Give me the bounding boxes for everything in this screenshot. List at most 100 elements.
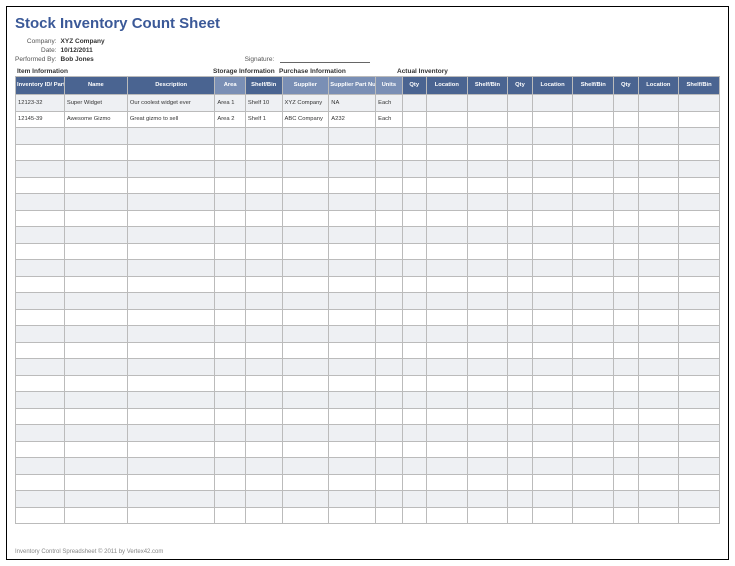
cell-inventory <box>532 111 573 128</box>
cell-empty <box>467 491 508 508</box>
cell-empty <box>402 194 426 211</box>
table-row-empty <box>16 458 720 475</box>
cell-empty <box>426 293 467 310</box>
cell-empty <box>402 276 426 293</box>
cell-empty <box>573 260 614 277</box>
cell-empty <box>402 227 426 244</box>
cell-empty <box>215 491 246 508</box>
cell-empty <box>402 507 426 524</box>
cell-empty <box>16 458 65 475</box>
cell-empty <box>329 359 376 376</box>
cell-shelf: Shelf 10 <box>245 95 282 112</box>
cell-empty <box>376 458 402 475</box>
cell-empty <box>282 326 329 343</box>
cell-empty <box>127 243 214 260</box>
cell-empty <box>402 342 426 359</box>
cell-empty <box>376 441 402 458</box>
cell-empty <box>16 309 65 326</box>
th-loc-2: Location <box>532 77 573 95</box>
cell-empty <box>508 441 532 458</box>
cell-empty <box>532 194 573 211</box>
cell-empty <box>508 326 532 343</box>
cell-empty <box>245 491 282 508</box>
cell-empty <box>329 276 376 293</box>
cell-empty <box>508 458 532 475</box>
cell-empty <box>16 326 65 343</box>
table-row: 12123-32Super WidgetOur coolest widget e… <box>16 95 720 112</box>
cell-empty <box>638 210 679 227</box>
cell-empty <box>508 342 532 359</box>
cell-empty <box>508 474 532 491</box>
cell-inventory <box>426 95 467 112</box>
cell-empty <box>508 408 532 425</box>
cell-empty <box>64 392 127 409</box>
cell-empty <box>614 276 638 293</box>
th-name: Name <box>64 77 127 95</box>
cell-empty <box>329 425 376 442</box>
cell-empty <box>573 326 614 343</box>
cell-empty <box>614 425 638 442</box>
cell-empty <box>16 359 65 376</box>
cell-empty <box>614 408 638 425</box>
cell-empty <box>64 309 127 326</box>
date-value: 10/12/2011 <box>61 47 105 54</box>
cell-empty <box>532 425 573 442</box>
performed-value: Bob Jones <box>61 56 105 63</box>
table-row-empty <box>16 276 720 293</box>
th-qty-3: Qty <box>614 77 638 95</box>
date-label: Date: <box>15 47 57 54</box>
cell-empty <box>376 507 402 524</box>
cell-empty <box>376 375 402 392</box>
cell-empty <box>245 425 282 442</box>
cell-empty <box>426 243 467 260</box>
cell-empty <box>573 425 614 442</box>
cell-empty <box>573 507 614 524</box>
th-qty-2: Qty <box>508 77 532 95</box>
cell-empty <box>402 161 426 178</box>
cell-empty <box>532 375 573 392</box>
cell-empty <box>426 425 467 442</box>
cell-empty <box>282 474 329 491</box>
cell-empty <box>64 276 127 293</box>
cell-empty <box>127 408 214 425</box>
meta-block: Company: XYZ Company Date: 10/12/2011 Pe… <box>15 38 720 63</box>
cell-empty <box>245 144 282 161</box>
cell-empty <box>329 491 376 508</box>
cell-empty <box>614 507 638 524</box>
page-title: Stock Inventory Count Sheet <box>15 15 720 32</box>
cell-empty <box>64 342 127 359</box>
cell-empty <box>679 177 720 194</box>
table-row-empty <box>16 243 720 260</box>
cell-empty <box>638 359 679 376</box>
cell-empty <box>402 243 426 260</box>
cell-empty <box>638 491 679 508</box>
cell-empty <box>127 392 214 409</box>
cell-empty <box>426 177 467 194</box>
cell-empty <box>215 276 246 293</box>
group-storage: Storage Information <box>211 67 277 76</box>
cell-empty <box>532 293 573 310</box>
th-qty-1: Qty <box>402 77 426 95</box>
cell-inventory <box>508 95 532 112</box>
cell-empty <box>467 458 508 475</box>
cell-empty <box>402 458 426 475</box>
cell-empty <box>16 392 65 409</box>
cell-empty <box>215 309 246 326</box>
cell-empty <box>245 293 282 310</box>
cell-empty <box>532 507 573 524</box>
cell-empty <box>245 375 282 392</box>
cell-empty <box>16 243 65 260</box>
cell-empty <box>508 491 532 508</box>
cell-empty <box>573 441 614 458</box>
cell-empty <box>679 474 720 491</box>
table-row-empty <box>16 326 720 343</box>
cell-empty <box>127 293 214 310</box>
cell-empty <box>127 359 214 376</box>
cell-empty <box>215 177 246 194</box>
cell-empty <box>679 458 720 475</box>
cell-empty <box>16 425 65 442</box>
cell-empty <box>426 375 467 392</box>
cell-empty <box>638 441 679 458</box>
cell-empty <box>508 359 532 376</box>
table-row-empty <box>16 227 720 244</box>
